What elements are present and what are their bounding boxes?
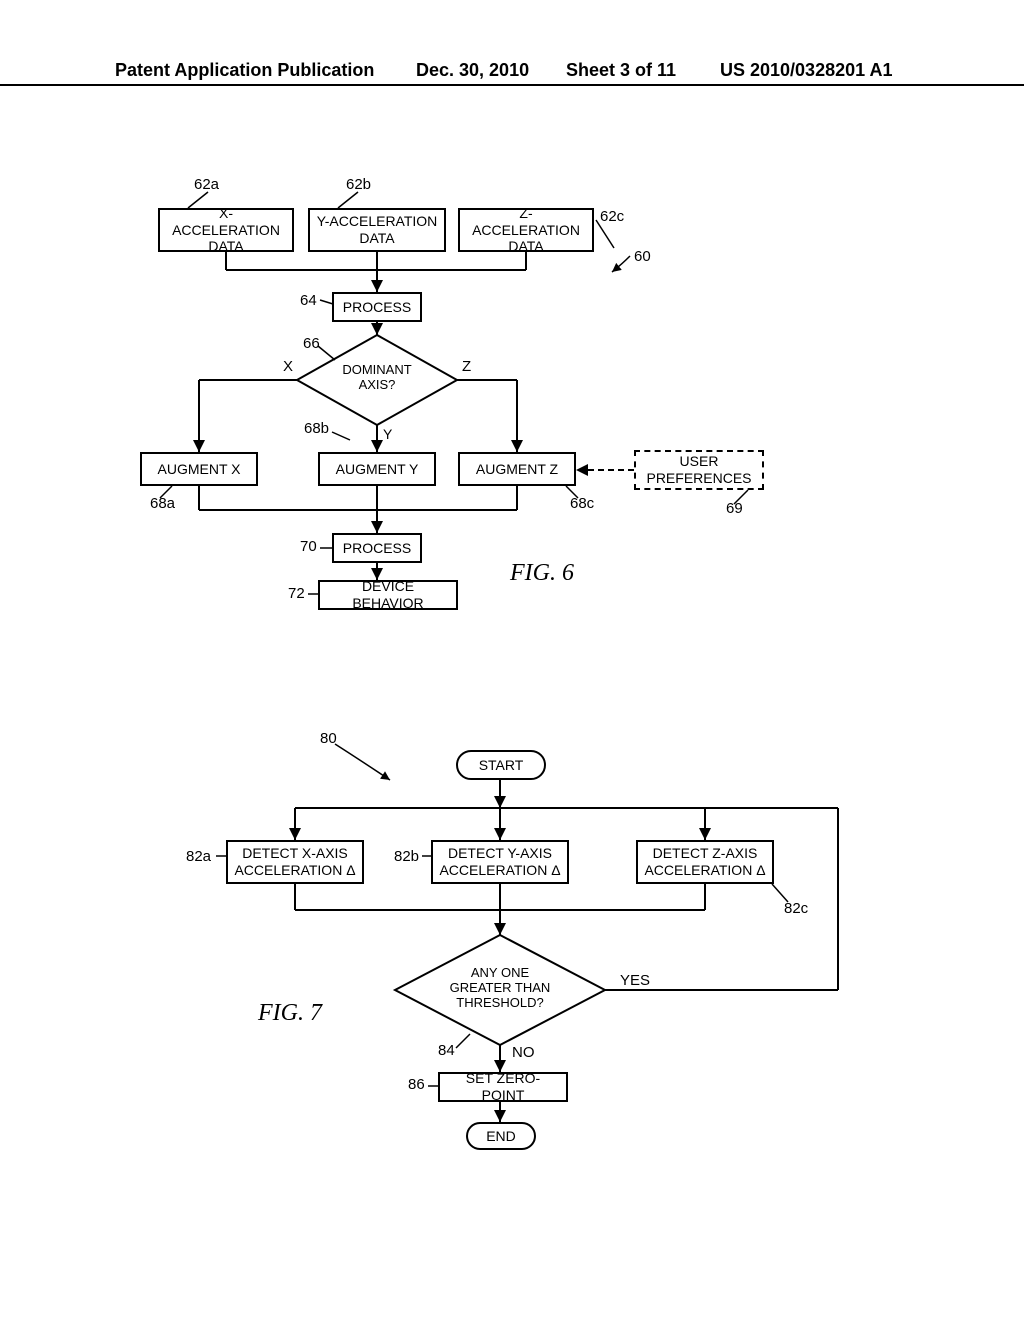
fig7-wires [0,0,1024,1320]
